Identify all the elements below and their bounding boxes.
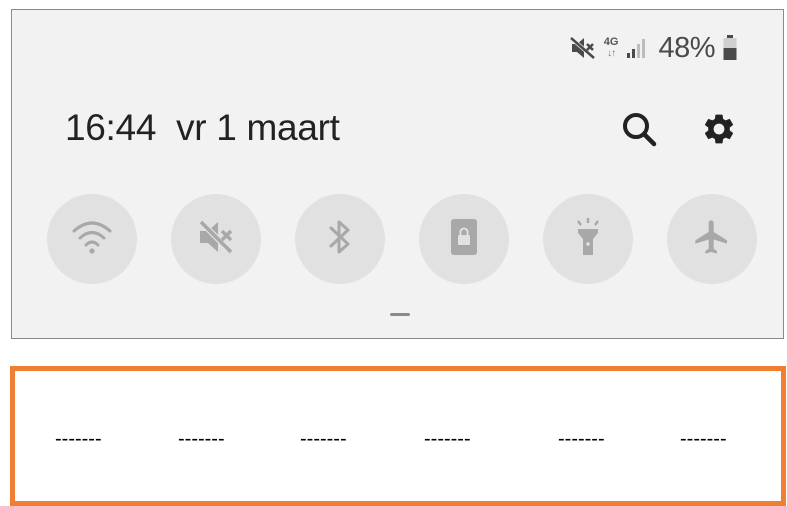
network-indicator: 4G ↓↑ (603, 36, 619, 60)
network-type-label: 4G (603, 36, 619, 48)
battery-icon (723, 35, 737, 61)
qs-tile-flashlight[interactable] (543, 194, 633, 284)
notification-panel: 4G ↓↑ 48% 16:44 vr 1 maart (11, 9, 784, 339)
settings-button[interactable] (698, 110, 740, 152)
placeholder-label: ------- (300, 428, 347, 450)
placeholder-label: ------- (178, 428, 225, 450)
battery-percent: 48% (658, 31, 715, 64)
placeholder-label: ------- (424, 428, 471, 450)
placeholder-labels-box: ------- ------- ------- ------- ------- … (10, 366, 786, 506)
header-actions (618, 110, 740, 152)
date-time: 16:44 vr 1 maart (65, 107, 340, 149)
quick-settings-row (47, 194, 757, 284)
clock-time: 16:44 (65, 107, 157, 148)
qs-tile-bluetooth[interactable] (295, 194, 385, 284)
qs-tile-sound[interactable] (171, 194, 261, 284)
screen-rotation-lock-icon (447, 217, 481, 262)
wifi-icon (70, 217, 114, 262)
flashlight-icon (571, 217, 605, 262)
placeholder-label: ------- (558, 428, 605, 450)
gear-icon (701, 111, 737, 152)
placeholder-label: ------- (55, 428, 102, 450)
volume-off-icon (569, 37, 596, 59)
expand-handle[interactable] (390, 313, 410, 316)
volume-off-icon (197, 219, 235, 260)
bluetooth-icon (327, 217, 353, 262)
search-button[interactable] (618, 110, 660, 152)
search-icon (621, 111, 657, 152)
signal-bars-icon (626, 37, 648, 59)
placeholder-label: ------- (680, 428, 727, 450)
airplane-icon (692, 217, 732, 262)
qs-tile-rotation-lock[interactable] (419, 194, 509, 284)
network-activity-arrows: ↓↑ (607, 48, 616, 59)
status-bar: 4G ↓↑ 48% (569, 28, 737, 68)
date-label: vr 1 maart (176, 107, 340, 148)
qs-tile-airplane-mode[interactable] (667, 194, 757, 284)
qs-tile-wifi[interactable] (47, 194, 137, 284)
